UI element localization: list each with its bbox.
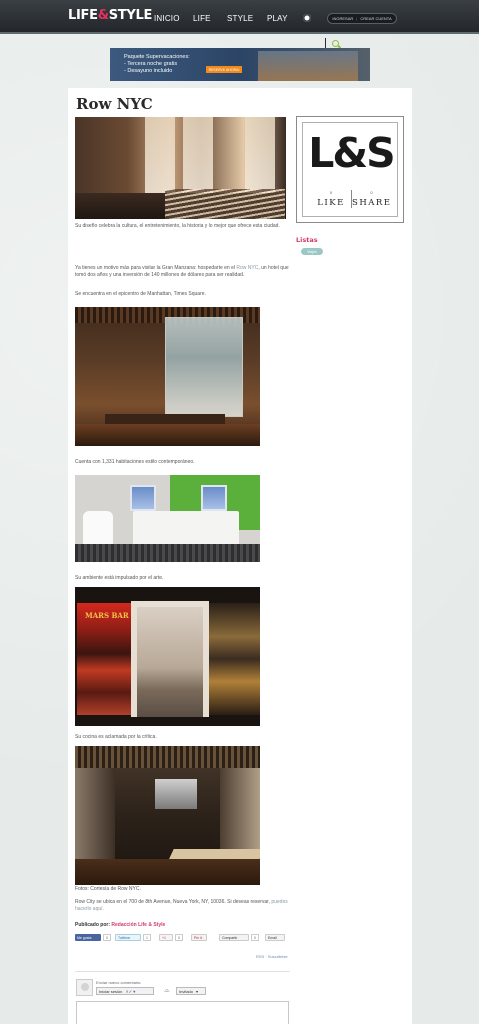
- share-widget-count: 0: [370, 190, 373, 195]
- login-link[interactable]: INGRESAR: [332, 16, 353, 21]
- share-label: Compartir: [222, 935, 238, 940]
- login-dropdown-label: Iniciar sesión: [99, 988, 123, 994]
- search-icon[interactable]: [332, 40, 339, 47]
- row-nyc-link[interactable]: Row NYC: [236, 265, 258, 271]
- art-caption: Su ambiente está impulsado por el arte.: [75, 575, 164, 581]
- gplus-label: +1: [162, 935, 166, 940]
- ls-logo: L&S: [308, 129, 395, 177]
- like-count: 0: [329, 190, 333, 195]
- published-by: Publicado por: Redacción Life & Style: [75, 922, 165, 928]
- share-widget-label: SHARE: [352, 198, 392, 208]
- logo-life: LIFE: [68, 8, 98, 23]
- nav-style[interactable]: STYLE: [227, 14, 253, 23]
- auth-pill: INGRESAR | CREAR CUENTA: [327, 13, 397, 24]
- kitchen-caption: Su cocina es aclamada por la crítica.: [75, 734, 157, 740]
- motive-text-a: Ya tienes un motivo más para visitar la …: [75, 265, 237, 271]
- rooms-caption: Cuenta con 1,331 habitaciones estilo con…: [75, 459, 195, 465]
- comment-textarea[interactable]: [76, 1001, 289, 1024]
- logo-style: STYLE: [108, 8, 153, 23]
- intro-paragraph: Su diseño celebra la cultura, el entrete…: [75, 223, 280, 229]
- address-paragraph: Row City se ubica en el 700 de 8th Avenu…: [75, 899, 290, 912]
- site-logo[interactable]: LIFE&STYLE: [68, 8, 152, 23]
- rss-link[interactable]: RSS: [256, 954, 264, 959]
- comment-prompt: Enviar nuevo comentario:: [96, 980, 142, 985]
- tag-viajes[interactable]: Viajes: [301, 248, 323, 255]
- tweet-label: Twittear: [118, 935, 131, 940]
- post-title: Row NYC: [76, 95, 153, 113]
- nav-play[interactable]: PLAY: [267, 14, 288, 23]
- article-card: Row NYC Su diseño celebra la cultura, el…: [68, 88, 412, 1024]
- auth-separator: |: [356, 16, 358, 21]
- top-navbar: LIFE&STYLE INICIO LIFE STYLE PLAY INGRES…: [0, 0, 479, 34]
- feed-separator: ·: [265, 954, 267, 959]
- share-widget[interactable]: 0 SHARE: [351, 190, 391, 208]
- register-link[interactable]: CREAR CUENTA: [360, 16, 391, 21]
- avatar: [76, 979, 93, 996]
- gear-icon[interactable]: [303, 14, 311, 22]
- guest-dropdown[interactable]: Invitado ▾: [176, 987, 206, 995]
- email-label: Email: [268, 935, 277, 940]
- tweet-button[interactable]: Twittear: [115, 934, 141, 941]
- facebook-like-button[interactable]: Me gusta: [75, 934, 101, 941]
- logo-amp: &: [97, 8, 109, 23]
- gplus-button[interactable]: +1: [159, 934, 173, 941]
- ad-cta-button[interactable]: RESERVE AHORA!: [206, 66, 242, 73]
- ad-hotel-image: [258, 51, 358, 81]
- photo-credit: Fotos: Cortesía de Row NYC.: [75, 886, 141, 892]
- guest-dropdown-label: Invitado: [179, 988, 194, 994]
- published-label: Publicado por:: [75, 922, 110, 928]
- comment-controls: Iniciar sesión f ✓ ▾ -O- Invitado ▾: [96, 987, 296, 996]
- or-separator: -O-: [164, 988, 170, 993]
- subscribe-link[interactable]: Suscribirse: [268, 954, 288, 959]
- ad-text: Paquete Supervacaciones: - Tercera noche…: [124, 54, 190, 75]
- address-text: Row City se ubica en el 700 de 8th Avenu…: [75, 899, 272, 905]
- lists-heading: Listas: [296, 236, 318, 244]
- restaurant-entrance-photo: MARS BAR: [75, 587, 260, 726]
- facebook-like-label: Me gusta: [77, 935, 92, 940]
- social-icons: f ✓ ▾: [126, 988, 136, 994]
- nav-inicio[interactable]: INICIO: [154, 14, 180, 23]
- login-dropdown[interactable]: Iniciar sesión f ✓ ▾: [96, 987, 154, 995]
- comments-divider: [75, 971, 290, 972]
- pinterest-button[interactable]: Pin it: [191, 934, 207, 941]
- ad-line-3: - Desayuno incluido: [124, 68, 173, 74]
- share-count: 0: [251, 934, 259, 941]
- facebook-like-count: 0: [103, 934, 111, 941]
- lobby-photo: [75, 117, 286, 219]
- pinterest-label: Pin it: [194, 935, 202, 940]
- share-row: Me gusta 0 Twittear 1 +1 0 Pin it Compar…: [75, 934, 290, 942]
- like-widget[interactable]: 0 LIKE: [311, 190, 351, 208]
- motive-paragraph: Ya tienes un motivo más para visitar la …: [75, 265, 290, 278]
- ad-line-1: Paquete Supervacaciones:: [124, 54, 190, 60]
- location-paragraph: Se encuentra en el epicentro de Manhatta…: [75, 291, 206, 297]
- gplus-count: 0: [175, 934, 183, 941]
- bar-photo: [75, 746, 260, 885]
- nav-life[interactable]: LIFE: [193, 14, 211, 23]
- ad-banner[interactable]: Paquete Supervacaciones: - Tercera noche…: [110, 48, 370, 81]
- ad-line-2: - Tercera noche gratis: [124, 61, 178, 67]
- lobby-glass-photo: [75, 307, 260, 446]
- share-button[interactable]: Compartir: [219, 934, 249, 941]
- bar-sign: MARS BAR: [85, 611, 129, 620]
- tweet-count: 1: [143, 934, 151, 941]
- like-label: LIKE: [317, 198, 345, 208]
- bedroom-photo: [75, 475, 260, 562]
- feed-links: RSS · Suscribirse: [256, 954, 288, 959]
- ls-social-widget: L&S 0 LIKE 0 SHARE: [296, 116, 404, 223]
- email-button[interactable]: Email: [265, 934, 285, 941]
- author-link[interactable]: Redacción Life & Style: [111, 922, 165, 928]
- chevron-down-icon: ▾: [196, 988, 199, 994]
